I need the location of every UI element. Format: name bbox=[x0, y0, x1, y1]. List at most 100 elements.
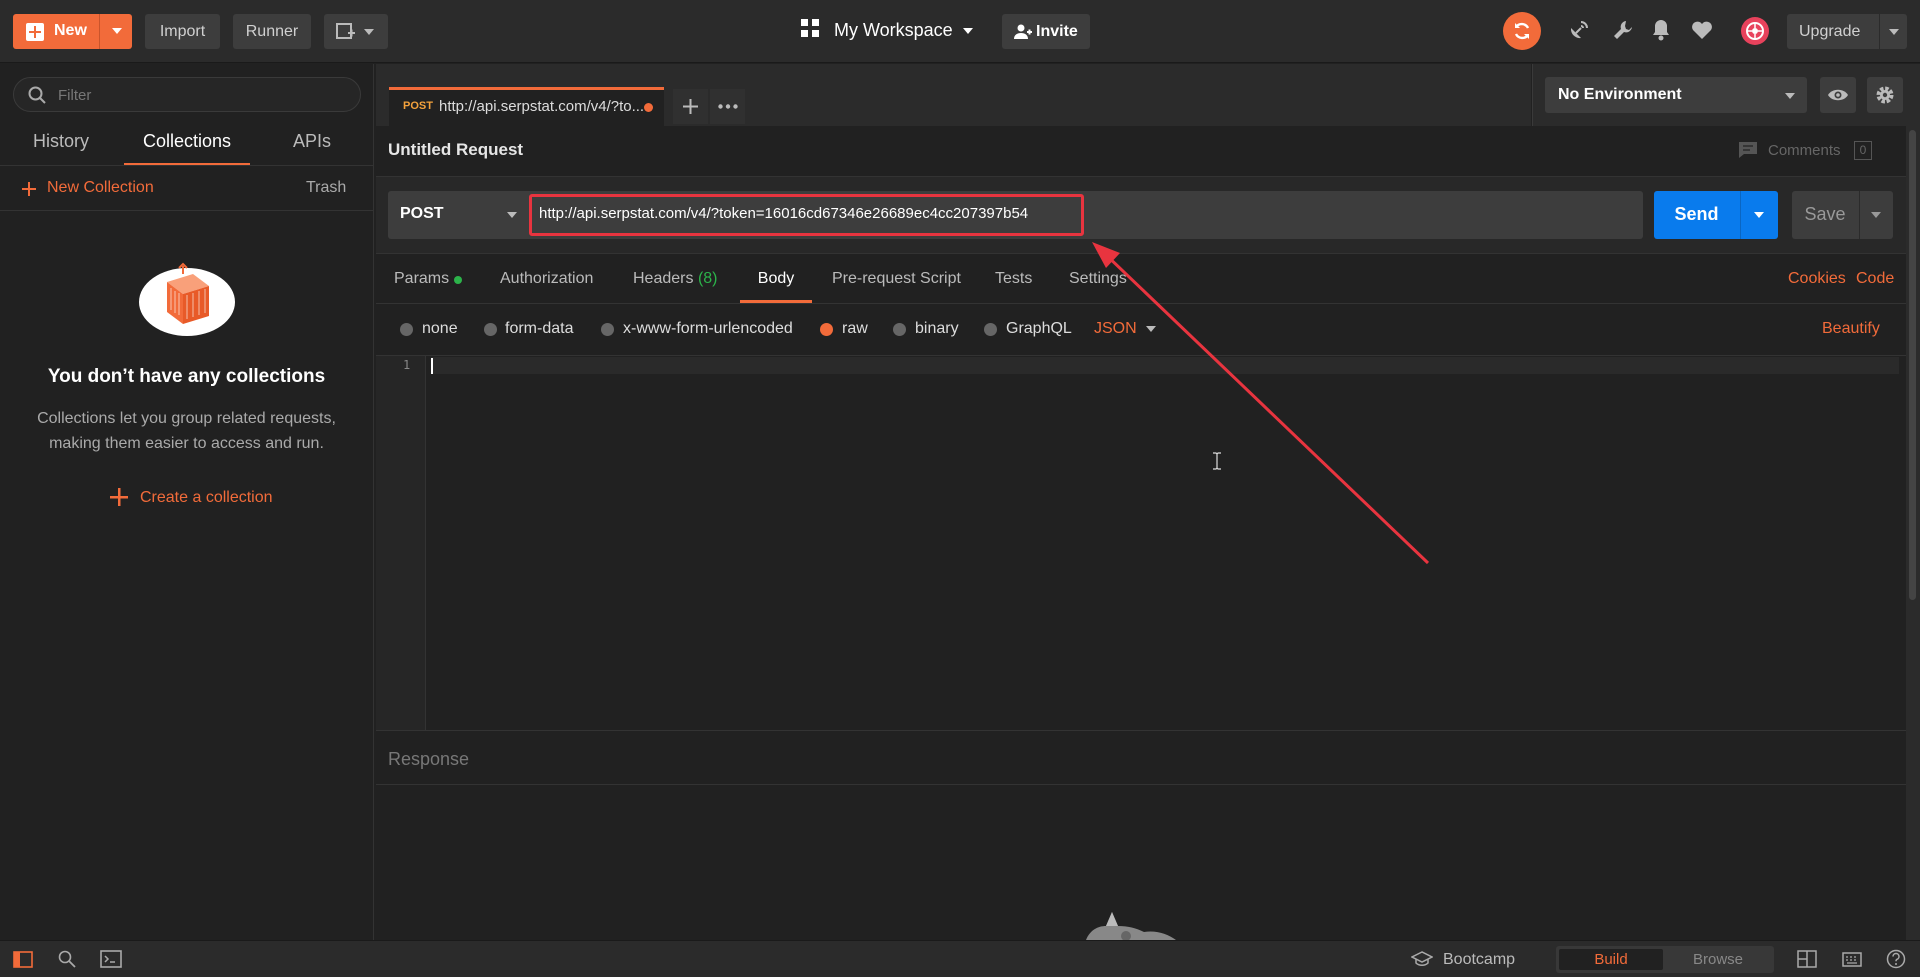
tab-apis[interactable]: APIs bbox=[268, 126, 356, 166]
annotation-arrow bbox=[1092, 242, 1430, 565]
radio-urlencoded-label[interactable]: x-www-form-urlencoded bbox=[623, 320, 793, 338]
scrollbar[interactable] bbox=[1906, 126, 1920, 940]
build-mode-button[interactable]: Build bbox=[1559, 949, 1663, 970]
save-options-icon[interactable] bbox=[1871, 212, 1881, 218]
filter-input[interactable] bbox=[58, 85, 348, 105]
gear-icon bbox=[1876, 86, 1894, 104]
astronaut-illustration-icon bbox=[1076, 910, 1186, 940]
runner-button[interactable]: Runner bbox=[233, 14, 311, 49]
chevron-down-icon bbox=[364, 29, 374, 35]
response-panel: Response bbox=[376, 732, 1906, 940]
chevron-down-icon bbox=[1785, 93, 1795, 99]
save-button[interactable]: Save bbox=[1792, 191, 1893, 239]
radio-none-label[interactable]: none bbox=[422, 320, 458, 338]
invite-button[interactable]: Invite bbox=[1002, 14, 1090, 49]
wrench-icon[interactable] bbox=[1612, 19, 1634, 41]
plus-icon bbox=[26, 23, 44, 41]
comments-icon bbox=[1738, 141, 1758, 159]
build-browse-toggle: Build Browse bbox=[1556, 946, 1774, 973]
empty-state-description-line2: making them easier to access and run. bbox=[49, 435, 324, 452]
help-icon[interactable] bbox=[1886, 949, 1906, 969]
send-button[interactable]: Send bbox=[1654, 191, 1778, 239]
code-link[interactable]: Code bbox=[1856, 270, 1894, 303]
radio-raw[interactable] bbox=[820, 323, 833, 336]
params-active-dot-icon bbox=[454, 276, 462, 284]
new-window-icon bbox=[336, 23, 356, 41]
search-icon bbox=[28, 86, 46, 104]
two-pane-view-icon[interactable] bbox=[1797, 950, 1817, 968]
comments-label[interactable]: Comments bbox=[1768, 142, 1841, 159]
more-tabs-button[interactable] bbox=[710, 89, 745, 124]
eye-icon bbox=[1828, 89, 1848, 101]
workspace-icon bbox=[800, 18, 820, 38]
environment-quick-look-button[interactable] bbox=[1820, 77, 1856, 113]
comments-count: 0 bbox=[1854, 141, 1872, 160]
tab-tests[interactable]: Tests bbox=[995, 270, 1032, 303]
new-dropdown-icon[interactable] bbox=[112, 28, 122, 34]
empty-state-description-line1: Collections let you group related reques… bbox=[37, 410, 336, 427]
keyboard-shortcuts-icon[interactable] bbox=[1842, 950, 1862, 968]
tab-headers[interactable]: Headers (8) bbox=[633, 270, 718, 303]
annotation-highlight-box bbox=[529, 194, 1084, 236]
chevron-down-icon bbox=[507, 212, 517, 218]
chevron-down-icon[interactable] bbox=[963, 28, 973, 34]
tab-body[interactable]: Body bbox=[740, 270, 812, 303]
new-window-button[interactable] bbox=[324, 14, 388, 49]
line-number: 1 bbox=[403, 358, 411, 372]
radio-urlencoded[interactable] bbox=[601, 323, 614, 336]
toggle-sidebar-icon[interactable] bbox=[13, 951, 33, 968]
radio-graphql-label[interactable]: GraphQL bbox=[1006, 320, 1072, 338]
send-options-icon[interactable] bbox=[1754, 212, 1764, 218]
text-cursor bbox=[431, 358, 433, 374]
beautify-button[interactable]: Beautify bbox=[1822, 320, 1880, 338]
request-tab-method: POST bbox=[403, 100, 433, 112]
environment-bar: No Environment bbox=[1532, 64, 1920, 126]
tab-params[interactable]: Params bbox=[394, 270, 462, 303]
browse-mode-button[interactable]: Browse bbox=[1666, 949, 1770, 970]
new-button-label: New bbox=[54, 22, 87, 39]
tab-history[interactable]: History bbox=[16, 126, 106, 166]
request-title-row: Untitled Request Comments 0 bbox=[376, 126, 1906, 176]
manage-environments-button[interactable] bbox=[1867, 77, 1903, 113]
unsaved-dot-icon[interactable] bbox=[644, 103, 653, 112]
tab-authorization[interactable]: Authorization bbox=[500, 270, 593, 303]
satellite-icon[interactable] bbox=[1568, 19, 1590, 41]
new-button[interactable]: New bbox=[13, 14, 132, 49]
avatar[interactable] bbox=[1741, 17, 1769, 45]
radio-binary[interactable] bbox=[893, 323, 906, 336]
radio-none[interactable] bbox=[400, 323, 413, 336]
method-selector[interactable]: POST bbox=[388, 191, 521, 239]
bootcamp-icon bbox=[1411, 951, 1433, 967]
request-tabs-bar: POST http://api.serpstat.com/v4/?to... bbox=[376, 64, 1531, 126]
radio-raw-label[interactable]: raw bbox=[842, 320, 868, 338]
sync-icon[interactable] bbox=[1503, 12, 1541, 50]
import-button[interactable]: Import bbox=[145, 14, 220, 49]
request-tab-title: http://api.serpstat.com/v4/?to... bbox=[439, 98, 645, 115]
top-bar: New Import Runner My Workspace Invite Up… bbox=[0, 0, 1920, 63]
find-replace-icon[interactable] bbox=[58, 950, 76, 968]
radio-graphql[interactable] bbox=[984, 323, 997, 336]
bell-icon[interactable] bbox=[1652, 19, 1670, 41]
chevron-down-icon bbox=[1889, 29, 1899, 35]
cookies-link[interactable]: Cookies bbox=[1788, 270, 1846, 303]
radio-form-data-label[interactable]: form-data bbox=[505, 320, 573, 338]
add-user-icon bbox=[1014, 24, 1032, 40]
heart-icon[interactable] bbox=[1691, 20, 1713, 40]
console-icon[interactable] bbox=[100, 950, 122, 968]
tab-collections[interactable]: Collections bbox=[124, 126, 250, 166]
filter-box[interactable] bbox=[13, 77, 361, 112]
request-tab[interactable]: POST http://api.serpstat.com/v4/?to... bbox=[389, 87, 664, 126]
trash-link[interactable]: Trash bbox=[306, 179, 346, 197]
add-tab-button[interactable] bbox=[673, 89, 708, 124]
sidebar: History Collections APIs New Collection … bbox=[0, 64, 374, 940]
tab-pre-request-script[interactable]: Pre-request Script bbox=[832, 270, 961, 303]
upgrade-button[interactable]: Upgrade bbox=[1787, 14, 1907, 49]
bootcamp-link[interactable]: Bootcamp bbox=[1443, 951, 1515, 969]
scrollbar-thumb[interactable] bbox=[1909, 130, 1916, 600]
request-name[interactable]: Untitled Request bbox=[388, 140, 523, 160]
radio-binary-label[interactable]: binary bbox=[915, 320, 959, 338]
empty-state-title: You don’t have any collections bbox=[47, 366, 326, 387]
radio-form-data[interactable] bbox=[484, 323, 497, 336]
workspace-selector[interactable]: My Workspace bbox=[834, 20, 953, 41]
environment-selector[interactable]: No Environment bbox=[1545, 77, 1807, 113]
